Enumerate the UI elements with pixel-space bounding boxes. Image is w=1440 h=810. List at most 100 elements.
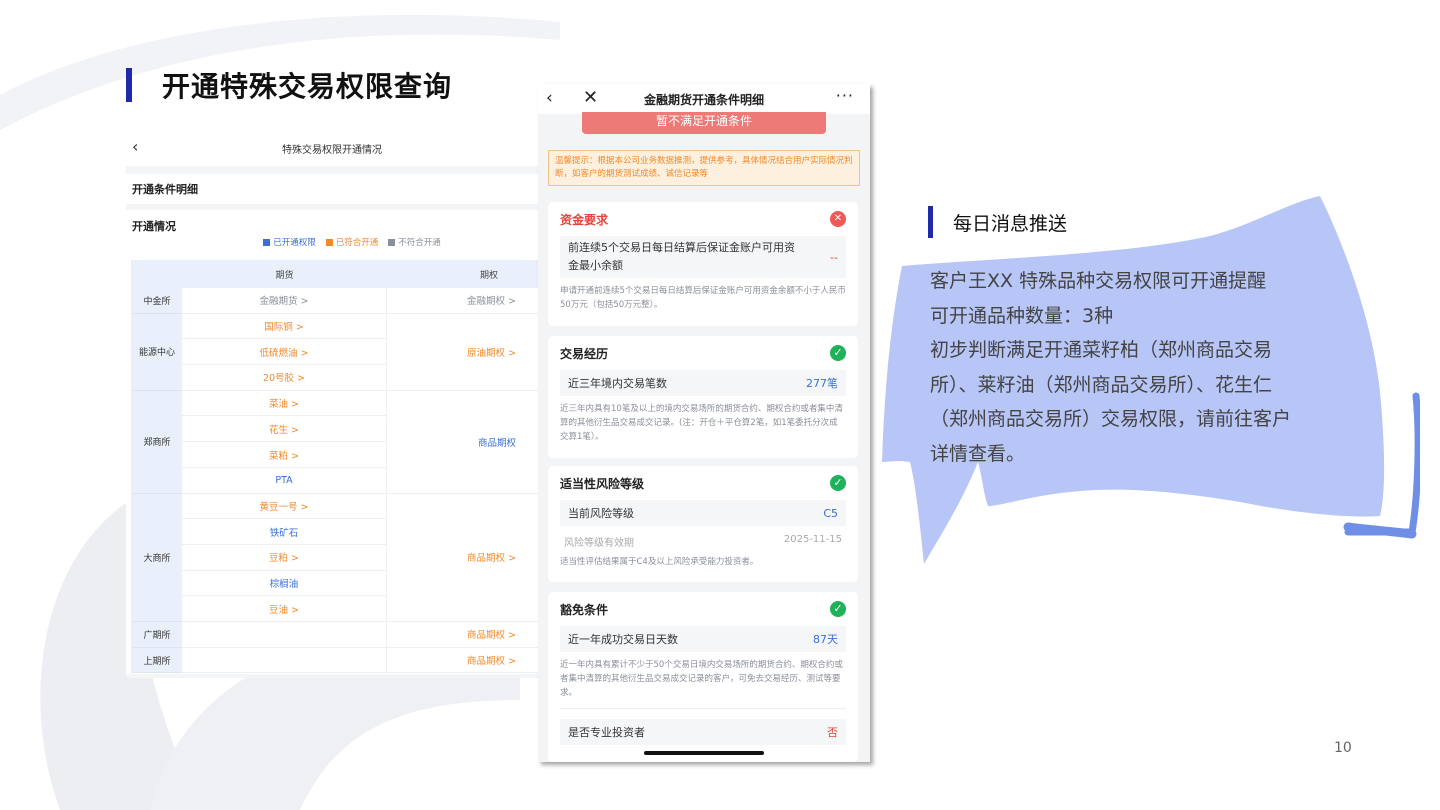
exchange-cell: 上期所: [132, 647, 182, 674]
slide-title: 开通特殊交易权限查询: [126, 68, 453, 103]
exchange-cell: 能源中心: [132, 313, 182, 391]
card-funds-title: 资金要求: [560, 212, 609, 227]
futures-cell[interactable]: 低硫燃油 >: [182, 339, 387, 366]
futures-cell: 棕榈油: [182, 570, 387, 597]
more-icon[interactable]: ···: [836, 86, 854, 105]
status-legend: 已开通权限 已符合开通 不符合开通: [126, 236, 538, 248]
legend-item-ineligible: 不符合开通: [388, 236, 441, 248]
left-nav-bar: ‹ 特殊交易权限开通情况: [126, 130, 538, 166]
risk-item-value: C5: [823, 506, 838, 520]
message-accent-bar: [928, 206, 933, 238]
options-cell[interactable]: 商品期权 >: [387, 622, 538, 648]
card-experience-header: 交易经历 ✓: [548, 336, 858, 370]
header-options: 期权: [479, 270, 498, 281]
page-number: 10: [1334, 740, 1352, 756]
legend-swatch: [325, 238, 333, 246]
futures-cell[interactable]: 国际铜 >: [182, 313, 387, 340]
legend-item-opened: 已开通权限: [263, 236, 316, 248]
futures-cell[interactable]: 菜粕 >: [182, 442, 387, 468]
funds-item-value: --: [830, 250, 838, 264]
message-line: 可开通品种数量：3种: [930, 304, 1114, 327]
card-risk-header: 适当性风险等级 ✓: [548, 466, 858, 500]
legend-swatch: [263, 238, 271, 246]
table-header: 期货 期权: [132, 260, 538, 288]
fail-icon: ✕: [830, 211, 846, 227]
futures-cell: 铁矿石: [182, 519, 387, 545]
options-cell[interactable]: 商品期权 >: [387, 648, 538, 674]
exempt-item: 近一年成功交易日天数 87天: [560, 626, 846, 652]
futures-cell[interactable]: 20号胶 >: [182, 365, 387, 391]
table-body: 中金所 金融期货 > 金融期权 > 能源中心 国际铜 > 低硫燃油 >20号胶 > 原油期权…: [132, 288, 538, 674]
message-title: 每日消息推送: [928, 206, 1067, 238]
card-experience-title: 交易经历: [560, 346, 609, 361]
permission-table: 期货 期权 中金所 金融期货 > 金融期权 > 能源中心 国际铜 > 低硫燃油 >20号胶…: [131, 260, 538, 674]
message-line: 客户王XX 特殊品种交易权限可开通提醒: [930, 270, 1267, 292]
header-exchange-cell: [132, 260, 182, 288]
exchange-cell: 中金所: [132, 288, 182, 314]
futures-cell: [182, 622, 387, 648]
experience-item-value: 277笔: [806, 377, 838, 390]
back-arrow-icon[interactable]: ‹: [546, 88, 553, 108]
futures-cell[interactable]: 金融期货 >: [182, 288, 387, 314]
check-icon: ✓: [830, 475, 846, 491]
check-icon: ✓: [830, 601, 846, 617]
legend-swatch: [388, 238, 396, 246]
futures-cell[interactable]: 豆油 >: [182, 596, 387, 623]
exchange-cell: 大商所: [132, 493, 182, 623]
options-cell: 商品期权: [387, 391, 538, 494]
check-icon: ✓: [830, 345, 846, 361]
message-line: 详情查看。: [930, 442, 1026, 465]
options-cell[interactable]: 原油期权 >: [387, 314, 538, 391]
risk-item-label: 当前风险等级: [568, 507, 634, 520]
message-line: 初步判断满足开通菜籽柏（郑州商品交易: [930, 339, 1273, 361]
card-funds: 资金要求 ✕ 前连续5个交易日每日结算后保证金账户可用资金最小余额 -- 申请开…: [548, 202, 858, 326]
futures-cell: [182, 647, 387, 674]
risk-validity-value: 2025-11-15: [783, 534, 842, 545]
close-icon[interactable]: ✕: [583, 87, 598, 108]
phone-nav-bar: ‹ ✕ 金融期货开通条件明细 ···: [538, 84, 870, 114]
card-risk: 适当性风险等级 ✓ 当前风险等级 C5 风险等级有效期 2025-11-15 适…: [548, 466, 858, 582]
warm-tip: 温馨提示：根据本公司业务数据推测，提供参考，具体情况结合用户实际情况判断，如客户…: [548, 150, 860, 186]
futures-cell[interactable]: 黄豆一号 >: [182, 493, 387, 520]
legend-item-eligible: 已符合开通: [325, 236, 378, 248]
not-met-button[interactable]: 暂不满足开通条件: [582, 112, 826, 134]
exempt-item-value: 87天: [813, 633, 838, 646]
risk-validity-row: 风险等级有效期 2025-11-15: [560, 534, 846, 549]
status-section-title: 开通情况: [132, 220, 176, 233]
futures-cell[interactable]: 花生 >: [182, 416, 387, 443]
slide-title-text: 开通特殊交易权限查询: [162, 70, 453, 103]
status-card: 开通情况 已开通权限 已符合开通 不符合开通 期货 期权 中金所 金融期货 > 金融…: [126, 210, 538, 674]
card-exempt-header: 豁免条件 ✓: [548, 592, 858, 626]
back-arrow-icon[interactable]: ‹: [132, 137, 138, 156]
home-indicator: [644, 751, 764, 755]
options-cell[interactable]: 商品期权 >: [387, 494, 538, 623]
header-futures: 期货: [275, 270, 294, 281]
funds-note: 申请开通前连续5个交易日每日结算后保证金账户可用资金余额不小于人民币50万元（包…: [560, 286, 846, 310]
funds-item: 前连续5个交易日每日结算后保证金账户可用资金最小余额 --: [560, 236, 846, 278]
exchange-cell: 郑商所: [132, 390, 182, 494]
card-experience: 交易经历 ✓ 近三年境内交易笔数 277笔 近三年内具有10笔及以上的境内交易场…: [548, 336, 858, 458]
exempt-item-professional: 是否专业投资者 否: [560, 719, 846, 745]
exchange-cell: 广期所: [132, 622, 182, 648]
message-title-text: 每日消息推送: [953, 212, 1068, 235]
card-exempt-title: 豁免条件: [560, 602, 609, 617]
experience-note: 近三年内具有10笔及以上的境内交易场所的期货合约、期权合约或者集中清算的其他衍生…: [560, 404, 843, 442]
experience-item: 近三年境内交易笔数 277笔: [560, 370, 846, 396]
exempt-item2-label: 是否专业投资者: [568, 726, 645, 739]
experience-item-label: 近三年境内交易笔数: [568, 377, 667, 390]
card-funds-header: 资金要求 ✕: [548, 202, 858, 236]
conditions-section-title: 开通条件明细: [126, 174, 538, 204]
exempt-note: 近一年内具有累计不少于50个交易日境内交易场所的期货合约、期权合约或者集中清算的…: [560, 652, 846, 709]
message-line: （郑州商品交易所）交易权限，请前往客户: [930, 408, 1292, 430]
risk-validity-label: 风险等级有效期: [564, 538, 634, 549]
futures-cell[interactable]: 菜油 >: [182, 390, 387, 417]
card-exempt: 豁免条件 ✓ 近一年成功交易日天数 87天 近一年内具有累计不少于50个交易日境…: [548, 592, 858, 762]
futures-cell[interactable]: 豆粕 >: [182, 545, 387, 571]
permission-status-screen: ‹ 特殊交易权限开通情况 开通条件明细 开通情况 已开通权限 已符合开通 不符合…: [126, 130, 538, 678]
phone-conditions-screen: ‹ ✕ 金融期货开通条件明细 ··· 暂不满足开通条件 温馨提示：根据本公司业务…: [538, 84, 870, 762]
options-cell[interactable]: 金融期权 >: [387, 288, 538, 314]
futures-cell: PTA: [182, 467, 387, 494]
title-accent-bar: [126, 68, 132, 102]
message-line: 所）、莱籽油（郑州商品交易所）、花生仁: [930, 373, 1273, 396]
exempt-item2-value: 否: [827, 726, 838, 739]
